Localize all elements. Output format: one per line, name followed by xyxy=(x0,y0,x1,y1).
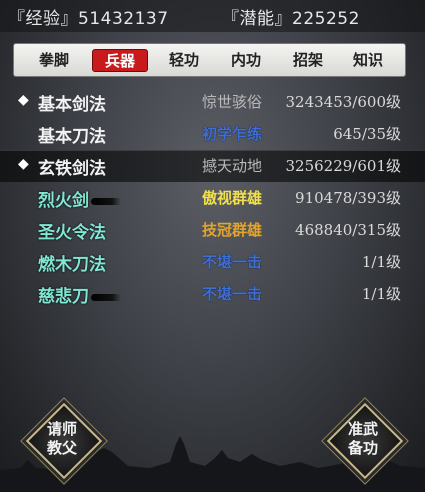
skill-row-fire-sword[interactable]: 烈火剑 傲视群雄 910478/393级 xyxy=(0,182,425,214)
skill-rank: 撼天动地 xyxy=(202,157,263,175)
experience-stat: 『经验』51432137 xyxy=(8,9,169,29)
skill-row-mercy-blade[interactable]: 慈悲刀 不堪一击 1/1级 xyxy=(0,278,425,310)
skill-level: 3256229/601级 xyxy=(285,157,402,175)
skill-name: 玄铁剑法 xyxy=(38,159,106,179)
skill-rank: 技冠群雄 xyxy=(202,221,263,239)
equipped-marker-icon: ◆ xyxy=(18,92,29,108)
tab-fist[interactable]: 拳脚 xyxy=(32,49,76,72)
skill-row-basic-sword[interactable]: ◆ 基本剑法 惊世骇俗 3243453/600级 xyxy=(0,86,425,118)
skill-rank: 不堪一击 xyxy=(202,253,263,271)
skill-name: 圣火令法 xyxy=(38,223,106,243)
ink-streak xyxy=(91,198,121,205)
ask-master-button[interactable]: 请师 教父 xyxy=(25,402,103,480)
skill-level: 645/35级 xyxy=(333,125,401,143)
skill-rank: 傲视群雄 xyxy=(202,189,263,207)
skill-level: 3243453/600级 xyxy=(285,93,402,111)
skill-level: 468840/315级 xyxy=(295,221,401,239)
tab-inner-force[interactable]: 内功 xyxy=(224,49,268,72)
skill-name: 基本剑法 xyxy=(38,95,106,115)
potential-stat: 『潜能』225252 xyxy=(222,9,360,29)
skill-name: 慈悲刀 xyxy=(38,282,121,307)
skill-row-burning-wood[interactable]: 燃木刀法 不堪一击 1/1级 xyxy=(0,246,425,278)
skill-name: 基本刀法 xyxy=(38,127,106,147)
skill-row-xuantie-sword[interactable]: ◆ 玄铁剑法 撼天动地 3256229/601级 xyxy=(0,150,425,182)
prepare-skill-label: 准武 备功 xyxy=(347,420,378,457)
tab-weapon[interactable]: 兵器 xyxy=(92,49,148,72)
tab-lightness[interactable]: 轻功 xyxy=(162,49,206,72)
skill-level: 1/1级 xyxy=(361,253,401,271)
skill-rank: 不堪一击 xyxy=(202,285,263,303)
skill-name: 烈火剑 xyxy=(38,186,121,211)
ask-master-label: 请师 教父 xyxy=(46,420,77,457)
skill-name: 燃木刀法 xyxy=(38,255,106,275)
prepare-skill-button[interactable]: 准武 备功 xyxy=(326,402,404,480)
skill-rank: 初学乍练 xyxy=(202,125,263,143)
equipped-marker-icon: ◆ xyxy=(18,156,29,172)
skill-row-holy-fire[interactable]: 圣火令法 技冠群雄 468840/315级 xyxy=(0,214,425,246)
skill-category-tabs: 拳脚 兵器 轻功 内功 招架 知识 xyxy=(13,43,406,77)
status-bar: 『经验』51432137 『潜能』225252 xyxy=(0,0,425,32)
tab-knowledge[interactable]: 知识 xyxy=(346,49,390,72)
skill-level: 910478/393级 xyxy=(295,189,401,207)
ink-streak xyxy=(91,294,121,301)
skill-rank: 惊世骇俗 xyxy=(202,93,263,111)
tab-parry[interactable]: 招架 xyxy=(286,49,330,72)
skill-level: 1/1级 xyxy=(361,285,401,303)
skill-row-basic-blade[interactable]: 基本刀法 初学乍练 645/35级 xyxy=(0,118,425,151)
